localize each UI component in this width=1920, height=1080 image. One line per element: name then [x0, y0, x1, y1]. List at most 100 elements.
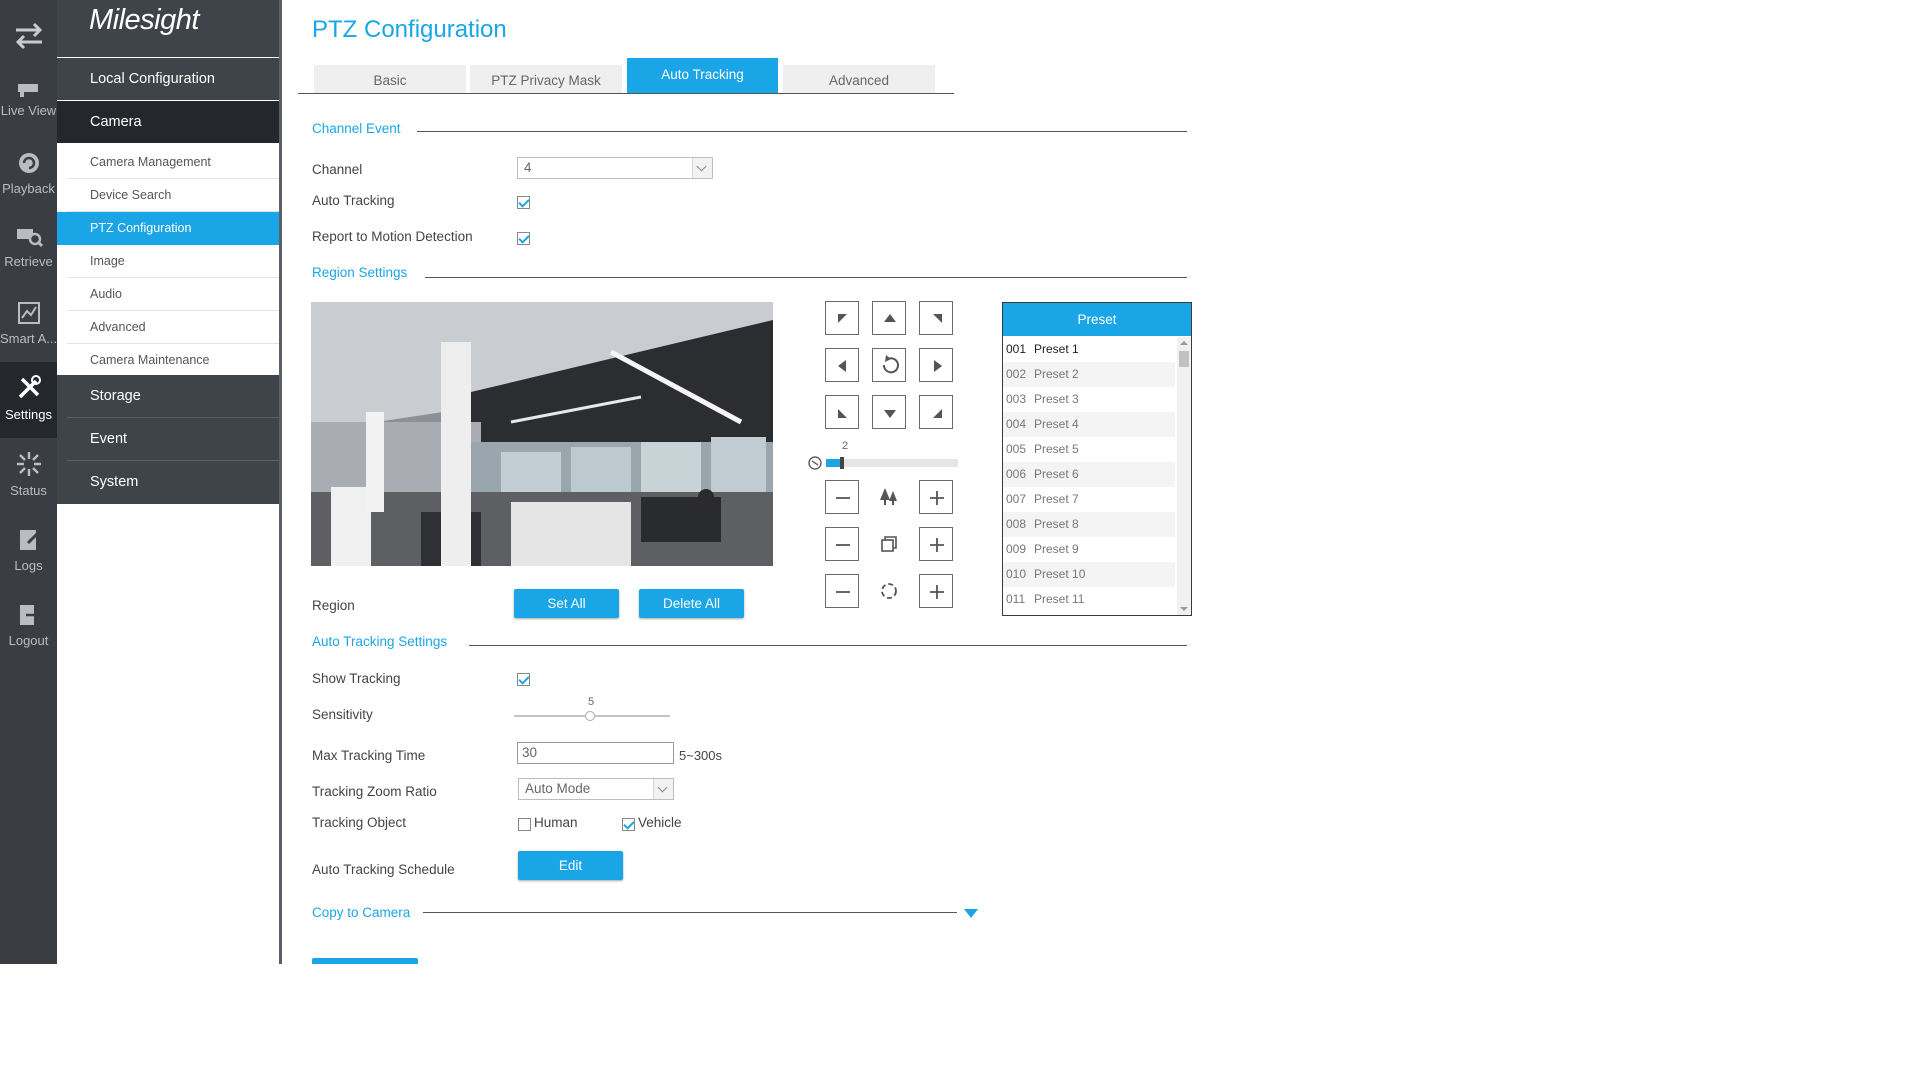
ptz-down-left-button[interactable] — [825, 395, 859, 429]
submenu-device-search[interactable]: Device Search — [67, 179, 280, 212]
preset-row[interactable]: 011 Preset 11 — [1003, 587, 1175, 612]
schedule-edit-button[interactable]: Edit — [518, 851, 623, 880]
ptz-down-right-button[interactable] — [919, 395, 953, 429]
apply-button-partial[interactable] — [312, 958, 418, 964]
tracking-object-label: Tracking Object — [312, 815, 407, 830]
scroll-thumb[interactable] — [1179, 351, 1189, 367]
minus-icon — [836, 544, 850, 546]
ptz-down-button[interactable] — [872, 395, 906, 429]
human-label: Human — [534, 815, 578, 830]
menu-camera[interactable]: Camera — [57, 101, 280, 143]
preset-row[interactable]: 006 Preset 6 — [1003, 462, 1175, 487]
arrow-down-icon — [884, 410, 896, 418]
rail-logs[interactable]: Logs — [0, 527, 57, 601]
focus-icon — [881, 536, 897, 552]
preset-row[interactable]: 001 Preset 1 — [1003, 337, 1175, 362]
swap-arrows-button[interactable] — [0, 0, 57, 74]
scroll-down-icon[interactable] — [1180, 607, 1188, 611]
vehicle-checkbox[interactable] — [622, 818, 635, 831]
section-copy-to-camera[interactable]: Copy to Camera — [312, 905, 410, 920]
show-tracking-checkbox[interactable] — [517, 673, 530, 686]
ptz-left-button[interactable] — [825, 348, 859, 382]
preset-row[interactable]: 003 Preset 3 — [1003, 387, 1175, 412]
preset-number: 004 — [1006, 417, 1027, 431]
ptz-up-left-button[interactable] — [825, 301, 859, 335]
submenu-advanced[interactable]: Advanced — [67, 311, 280, 344]
preset-name: Preset 8 — [1034, 517, 1079, 531]
preset-row[interactable]: 004 Preset 4 — [1003, 412, 1175, 437]
preset-row[interactable]: 005 Preset 5 — [1003, 437, 1175, 462]
menu-local-configuration[interactable]: Local Configuration — [57, 58, 280, 100]
tab-auto-tracking[interactable]: Auto Tracking — [627, 58, 778, 94]
vehicle-label: Vehicle — [638, 815, 682, 830]
preset-row[interactable]: 010 Preset 10 — [1003, 562, 1175, 587]
focus-far-button[interactable] — [919, 527, 953, 561]
max-tracking-time-label: Max Tracking Time — [312, 748, 426, 763]
preset-row[interactable]: 008 Preset 8 — [1003, 512, 1175, 537]
ptz-right-button[interactable] — [919, 348, 953, 382]
tracking-zoom-ratio-label: Tracking Zoom Ratio — [312, 784, 437, 799]
menu-event[interactable]: Event — [57, 418, 280, 461]
ptz-up-right-button[interactable] — [919, 301, 953, 335]
rail-label: Retrieve — [4, 254, 53, 269]
camera-icon — [17, 84, 38, 97]
rail-label: Settings — [5, 407, 52, 422]
submenu-camera-management[interactable]: Camera Management — [67, 146, 280, 179]
camera-preview[interactable] — [311, 302, 773, 566]
section-divider — [425, 277, 1187, 278]
preset-row[interactable]: 009 Preset 9 — [1003, 537, 1175, 562]
preset-number: 006 — [1006, 467, 1027, 481]
ptz-speed-value: 2 — [842, 440, 849, 452]
human-checkbox[interactable] — [518, 818, 531, 831]
channel-label: Channel — [312, 162, 363, 177]
zoom-in-button[interactable] — [919, 480, 953, 514]
submenu-ptz-configuration[interactable]: PTZ Configuration — [57, 212, 280, 245]
max-tracking-time-input[interactable]: 30 — [517, 742, 674, 764]
preset-row[interactable]: 002 Preset 2 — [1003, 362, 1175, 387]
ptz-speed-slider[interactable] — [826, 457, 958, 469]
speed-slider-handle[interactable] — [840, 457, 844, 469]
rail-status[interactable]: Status — [0, 450, 57, 524]
preset-scrollbar[interactable] — [1177, 337, 1191, 615]
tracking-zoom-ratio-select[interactable]: Auto Mode — [518, 778, 674, 800]
auto-tracking-checkbox[interactable] — [517, 196, 530, 209]
focus-near-button[interactable] — [825, 527, 859, 561]
copy-to-camera-label: Copy to Camera — [312, 905, 411, 920]
tab-advanced[interactable]: Advanced — [783, 65, 935, 94]
menu-system[interactable]: System — [57, 461, 280, 504]
rail-live-view[interactable]: Live View — [0, 78, 57, 152]
scroll-up-icon[interactable] — [1180, 341, 1188, 345]
delete-all-button[interactable]: Delete All — [639, 589, 744, 618]
expand-triangle-icon[interactable] — [964, 909, 978, 918]
menu-storage[interactable]: Storage — [57, 375, 280, 418]
settings-tools-icon — [18, 375, 41, 399]
arrow-up-icon — [884, 314, 896, 322]
preset-row[interactable]: 007 Preset 7 — [1003, 487, 1175, 512]
report-motion-checkbox[interactable] — [517, 232, 530, 245]
rail-playback[interactable]: Playback — [0, 150, 57, 224]
iris-open-button[interactable] — [919, 574, 953, 608]
submenu-audio[interactable]: Audio — [67, 278, 280, 311]
submenu-camera-maintenance[interactable]: Camera Maintenance — [67, 344, 280, 377]
plus-icon — [930, 585, 944, 599]
rail-logout[interactable]: Logout — [0, 602, 57, 676]
preset-name: Preset 4 — [1034, 417, 1079, 431]
preset-name: Preset 10 — [1034, 567, 1086, 581]
tab-basic[interactable]: Basic — [314, 65, 466, 94]
section-channel-event: Channel Event — [312, 121, 401, 136]
max-tracking-time-range: 5~300s — [679, 748, 723, 763]
ptz-up-button[interactable] — [872, 301, 906, 335]
sensitivity-slider-handle[interactable] — [585, 711, 595, 721]
section-region-settings: Region Settings — [312, 265, 408, 280]
ptz-auto-scan-button[interactable] — [872, 348, 906, 382]
rail-retrieve[interactable]: Retrieve — [0, 225, 57, 299]
channel-select[interactable]: 4 — [517, 157, 713, 179]
submenu-image[interactable]: Image — [67, 245, 280, 278]
rail-settings[interactable]: Settings — [0, 362, 57, 438]
iris-close-button[interactable] — [825, 574, 859, 608]
zoom-out-button[interactable] — [825, 480, 859, 514]
set-all-button[interactable]: Set All — [514, 589, 619, 618]
arrow-up-left-icon — [838, 314, 847, 323]
tab-ptz-privacy-mask[interactable]: PTZ Privacy Mask — [470, 65, 622, 94]
menu-storage-label: Storage — [90, 388, 141, 404]
